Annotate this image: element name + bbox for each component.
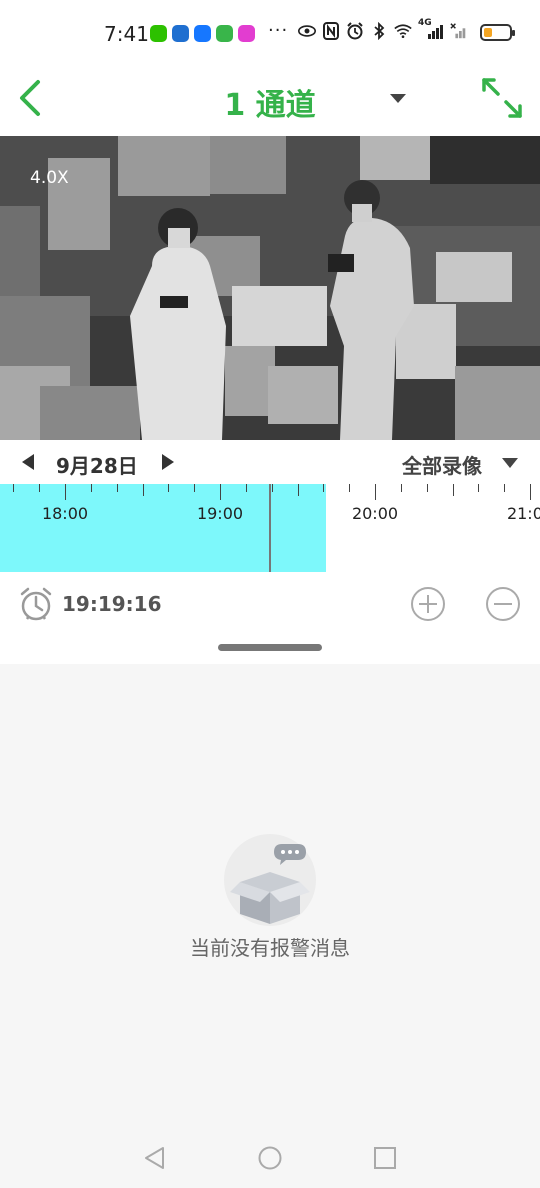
status-bar: 7:41 ··· 4G: [0, 0, 540, 60]
wifi-icon: [394, 22, 412, 40]
playback-controls: 19:19:16: [0, 572, 540, 664]
timeline-label: 20:00: [351, 504, 399, 523]
timeline-label: 18:00: [41, 504, 89, 523]
date-bar: 9月28日 全部录像: [0, 440, 540, 484]
timeline-label: 21:00: [506, 504, 540, 523]
status-system-icons: 4G: [298, 18, 468, 40]
pink-app-icon: [238, 25, 255, 42]
timeline-tick: [220, 484, 221, 500]
recording-filter[interactable]: 全部录像: [402, 450, 482, 479]
expand-icon: [482, 78, 522, 118]
nfc-icon: [322, 22, 340, 40]
timeline-tick: [246, 484, 247, 492]
zoom-level: 4.0X: [30, 168, 69, 188]
back-button[interactable]: [14, 78, 50, 118]
status-more: ···: [268, 20, 289, 41]
circle-home-icon[interactable]: [258, 1146, 282, 1170]
timeline-tick: [427, 484, 428, 492]
playback-timeline[interactable]: 18:00 19:00 20:00 21:00: [0, 484, 540, 572]
zoom-out-button[interactable]: [485, 586, 521, 622]
network-type: 4G: [418, 18, 432, 28]
triangle-back-icon[interactable]: [143, 1146, 167, 1170]
green-app-icon: [216, 25, 233, 42]
next-day-button[interactable]: [162, 454, 174, 470]
playback-cursor[interactable]: [269, 484, 271, 572]
date-label[interactable]: 9月28日: [56, 450, 138, 479]
timeline-tick: [298, 484, 299, 496]
channel-title[interactable]: 1 通道: [200, 80, 340, 124]
current-time: 19:19:16: [62, 592, 162, 616]
camera-feed-image: [0, 136, 540, 440]
caret-down-icon[interactable]: [502, 458, 518, 468]
timeline-label: 19:00: [196, 504, 244, 523]
timeline-tick: [143, 484, 144, 496]
timeline-tick: [91, 484, 92, 492]
chevron-left-icon: [20, 80, 40, 116]
wechat-icon: [150, 25, 167, 42]
battery-level: [484, 28, 493, 37]
video-player[interactable]: 4.0X: [0, 136, 540, 440]
empty-message: 当前没有报警消息: [190, 936, 350, 960]
plus-circle-icon: [411, 587, 445, 621]
compass-icon: [172, 25, 189, 42]
system-nav-bar: [0, 1128, 540, 1188]
timeline-tick: [168, 484, 169, 492]
caret-down-icon[interactable]: [390, 94, 406, 103]
previous-day-button[interactable]: [22, 454, 34, 470]
zoom-in-button[interactable]: [410, 586, 446, 622]
drag-handle[interactable]: [218, 644, 322, 651]
timeline-tick: [194, 484, 195, 492]
empty-box-icon: [220, 834, 320, 934]
status-time: 7:41: [104, 22, 149, 46]
timeline-tick: [272, 484, 273, 492]
square-recent-icon[interactable]: [373, 1146, 397, 1170]
eye-icon: [298, 22, 316, 40]
timeline-tick: [401, 484, 402, 492]
timeline-tick: [117, 484, 118, 492]
timeline-tick: [530, 484, 531, 500]
minus-circle-icon: [486, 587, 520, 621]
alarm-icon: [346, 22, 364, 40]
timeline-tick: [323, 484, 324, 492]
recorded-segment: [0, 484, 326, 572]
timeline-tick: [504, 484, 505, 492]
battery-cap: [512, 30, 515, 36]
alarm-clock-icon[interactable]: [18, 586, 54, 622]
alipay-icon: [194, 25, 211, 42]
timeline-tick: [13, 484, 14, 492]
timeline-tick: [65, 484, 66, 500]
timeline-tick: [478, 484, 479, 492]
timeline-tick: [375, 484, 376, 500]
bluetooth-icon: [370, 22, 388, 40]
battery-icon: [480, 24, 515, 41]
timeline-tick: [39, 484, 40, 492]
timeline-tick: [453, 484, 454, 496]
signal-icon: 4G: [418, 18, 444, 40]
alarm-list: 当前没有报警消息: [0, 664, 540, 1128]
status-app-icons: [150, 25, 255, 42]
fullscreen-button[interactable]: [480, 76, 524, 120]
timeline-tick: [349, 484, 350, 492]
header: 1 通道: [0, 60, 540, 136]
signal-off-icon: [450, 22, 468, 40]
